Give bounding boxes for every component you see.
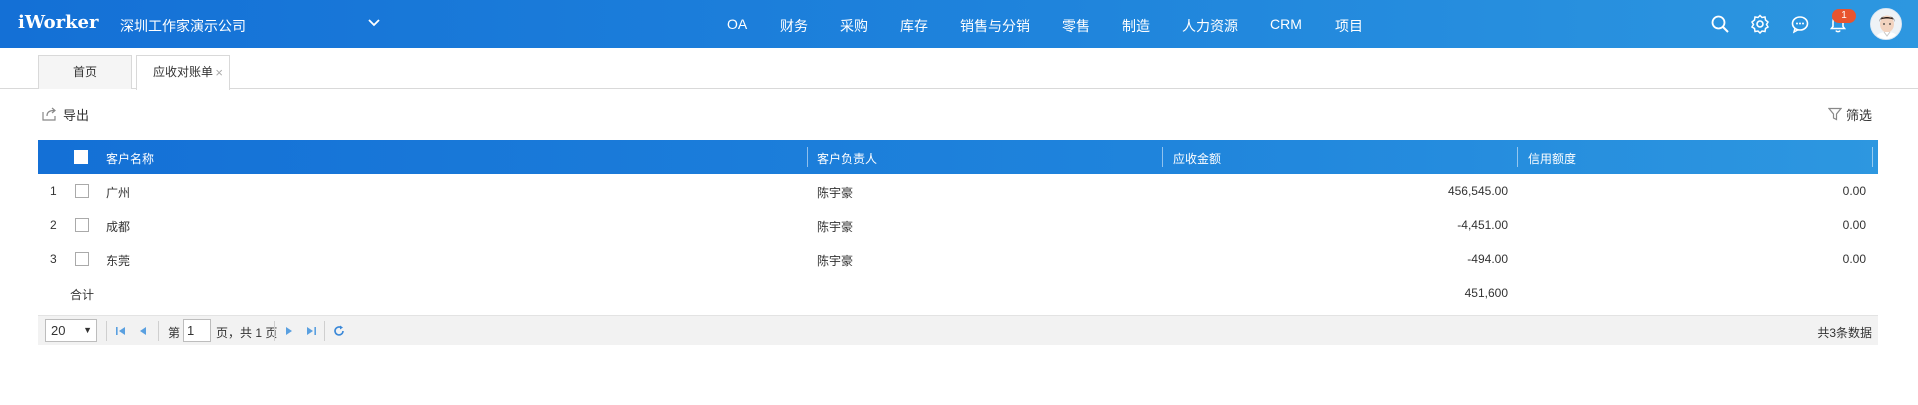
page-prefix: 第 xyxy=(168,326,181,340)
total-records: 共3条数据 xyxy=(1817,326,1872,340)
tab-label: 应收对账单 xyxy=(152,65,213,79)
tab-strip: 首页 应收对账单 × xyxy=(0,48,1918,90)
column-header-owner[interactable]: 客户负责人 xyxy=(817,150,877,167)
cell-credit: 0.00 xyxy=(1842,218,1866,232)
tab-home[interactable]: 首页 xyxy=(38,55,132,89)
nav-item-purchase[interactable]: 采购 xyxy=(840,16,868,36)
nav-item-manufacturing[interactable]: 制造 xyxy=(1122,16,1150,36)
top-navigation-bar: iWorker 深圳工作家演示公司 OA 财务 采购 库存 销售与分销 零售 制… xyxy=(0,0,1918,48)
row-number: 1 xyxy=(50,184,57,198)
pager-divider xyxy=(274,321,275,341)
user-avatar[interactable] xyxy=(1870,8,1902,40)
export-button[interactable]: 导出 xyxy=(42,104,89,124)
column-divider[interactable] xyxy=(1872,147,1873,167)
nav-item-inventory[interactable]: 库存 xyxy=(900,16,928,36)
column-header-customer[interactable]: 客户名称 xyxy=(106,150,154,167)
column-header-credit[interactable]: 信用额度 xyxy=(1528,150,1576,167)
page-count-text: 页，共 1 页 xyxy=(216,326,278,340)
cell-owner: 陈宇豪 xyxy=(817,254,854,268)
pager-divider xyxy=(324,321,325,341)
filter-icon xyxy=(1828,107,1842,121)
gear-icon[interactable] xyxy=(1750,14,1770,34)
cell-customer: 广州 xyxy=(106,186,131,200)
first-page-icon[interactable] xyxy=(114,324,128,338)
pagination-bar: 20 ▼ 第 1 页，共 1 页 共3条数据 xyxy=(38,315,1878,345)
search-icon[interactable] xyxy=(1710,14,1730,34)
close-icon[interactable]: × xyxy=(215,56,223,89)
export-icon xyxy=(42,107,56,121)
nav-item-oa[interactable]: OA xyxy=(727,16,747,32)
filter-label: 筛选 xyxy=(1846,107,1873,123)
cell-customer: 成都 xyxy=(106,220,131,234)
table-row[interactable]: 2 成都 陈宇豪 -4,451.00 0.00 xyxy=(38,208,1878,242)
current-page-input[interactable]: 1 xyxy=(183,319,211,342)
cell-owner: 陈宇豪 xyxy=(817,186,854,200)
page-size-value: 20 xyxy=(51,323,66,338)
column-divider[interactable] xyxy=(1517,147,1518,167)
row-number: 3 xyxy=(50,252,57,266)
cell-credit: 0.00 xyxy=(1842,184,1866,198)
notification-badge: 1 xyxy=(1832,9,1856,23)
cell-customer: 东莞 xyxy=(106,254,131,268)
nav-item-crm[interactable]: CRM xyxy=(1270,16,1302,32)
row-checkbox[interactable] xyxy=(75,218,89,232)
nav-item-project[interactable]: 项目 xyxy=(1335,16,1363,36)
filter-button[interactable]: 筛选 xyxy=(1828,104,1872,124)
previous-page-icon[interactable] xyxy=(136,324,150,338)
row-checkbox[interactable] xyxy=(75,184,89,198)
tab-receivable-statement[interactable]: 应收对账单 × xyxy=(136,55,230,90)
pager-divider xyxy=(106,321,107,341)
column-header-receivable[interactable]: 应收金额 xyxy=(1173,150,1221,167)
cell-receivable: -494.00 xyxy=(1467,252,1508,266)
export-label: 导出 xyxy=(63,107,90,123)
nav-item-sales[interactable]: 销售与分销 xyxy=(960,16,1030,36)
row-number: 2 xyxy=(50,218,57,232)
app-logo[interactable]: iWorker xyxy=(18,12,98,33)
column-divider[interactable] xyxy=(807,147,808,167)
select-all-checkbox[interactable] xyxy=(74,150,88,164)
main-menu: OA 财务 采购 库存 销售与分销 零售 制造 人力资源 CRM 项目 xyxy=(0,0,1918,48)
nav-item-retail[interactable]: 零售 xyxy=(1062,16,1090,36)
table-row[interactable]: 1 广州 陈宇豪 456,545.00 0.00 xyxy=(38,174,1878,208)
nav-item-finance[interactable]: 财务 xyxy=(780,16,808,36)
table-row[interactable]: 3 东莞 陈宇豪 -494.00 0.00 xyxy=(38,242,1878,276)
company-selector[interactable]: 深圳工作家演示公司 xyxy=(120,16,246,36)
summary-receivable: 451,600 xyxy=(1464,286,1508,300)
summary-label: 合计 xyxy=(70,288,95,302)
table-header: 客户名称 客户负责人 应收金额 信用额度 xyxy=(38,140,1878,174)
column-divider[interactable] xyxy=(1162,147,1163,167)
refresh-icon[interactable] xyxy=(332,324,346,338)
cell-credit: 0.00 xyxy=(1842,252,1866,266)
cell-receivable: 456,545.00 xyxy=(1447,184,1508,198)
pager-divider xyxy=(158,321,159,341)
last-page-icon[interactable] xyxy=(304,324,318,338)
nav-item-hr[interactable]: 人力资源 xyxy=(1182,16,1238,36)
cell-receivable: -4,451.00 xyxy=(1457,218,1508,232)
dropdown-arrow-icon: ▼ xyxy=(83,325,92,335)
row-checkbox[interactable] xyxy=(75,252,89,266)
chevron-down-icon[interactable] xyxy=(366,14,382,30)
avatar-portrait-icon xyxy=(1871,9,1901,39)
tab-label: 首页 xyxy=(72,65,97,79)
next-page-icon[interactable] xyxy=(282,324,296,338)
chat-icon[interactable] xyxy=(1790,14,1810,34)
page-size-select[interactable]: 20 ▼ xyxy=(45,319,97,342)
cell-owner: 陈宇豪 xyxy=(817,220,854,234)
summary-row: 合计 451,600 xyxy=(38,276,1878,310)
